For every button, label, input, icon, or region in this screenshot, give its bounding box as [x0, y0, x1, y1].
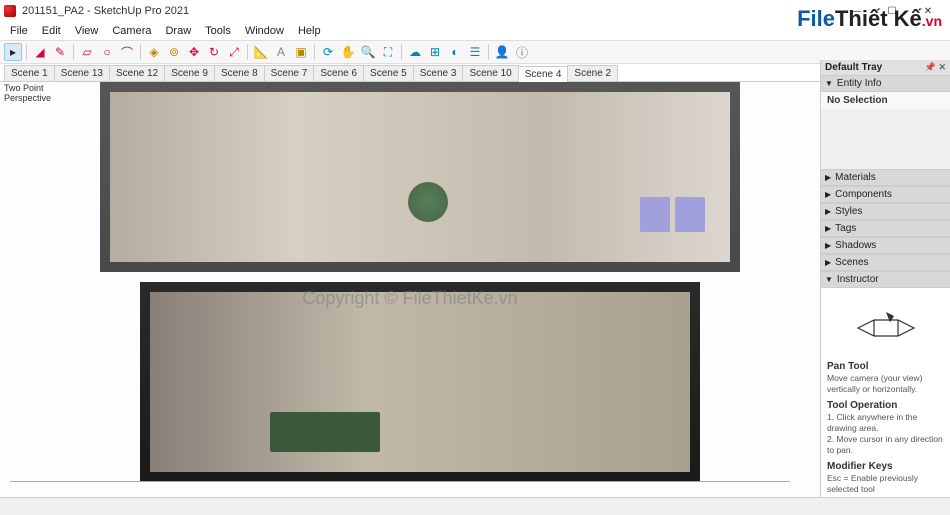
panel-instructor[interactable]: ▼Instructor [821, 271, 950, 288]
scene-tab[interactable]: Scene 13 [54, 65, 110, 81]
warehouse-tool[interactable]: ☁ [406, 43, 424, 61]
menubar: File Edit View Camera Draw Tools Window … [0, 22, 950, 40]
minimize-button[interactable]: — [838, 0, 874, 22]
scene-tab[interactable]: Scene 5 [363, 65, 414, 81]
separator [488, 44, 489, 60]
lower-interior [150, 292, 690, 472]
orbit-tool[interactable]: ⟳ [319, 43, 337, 61]
zoom-tool[interactable]: 🔍 [359, 43, 377, 61]
instructor-title: Pan Tool [827, 360, 944, 373]
text-tool[interactable]: A [272, 43, 290, 61]
pencil-tool[interactable]: ✎ [51, 43, 69, 61]
tape-tool[interactable]: 📐 [252, 43, 270, 61]
window-controls: — ☐ ✕ [838, 0, 946, 22]
separator [314, 44, 315, 60]
titlebar: 201151_PA2 - SketchUp Pro 2021 — ☐ ✕ [0, 0, 950, 22]
offset-tool[interactable]: ⊚ [165, 43, 183, 61]
entity-info-body: No Selection [821, 92, 950, 109]
panel-list: ▶Materials ▶Components ▶Styles ▶Tags ▶Sh… [821, 169, 950, 288]
default-tray: Default Tray 📌 ✕ ▼ Entity Info No Select… [820, 60, 950, 497]
tray-header[interactable]: Default Tray 📌 ✕ [821, 60, 950, 75]
window-title: 201151_PA2 - SketchUp Pro 2021 [22, 5, 838, 17]
scene-tab[interactable]: Scene 10 [462, 65, 518, 81]
scene-tab[interactable]: Scene 8 [214, 65, 265, 81]
panel-shadows[interactable]: ▶Shadows [821, 237, 950, 254]
maximize-button[interactable]: ☐ [874, 0, 910, 22]
arc-tool[interactable]: ⌒ [118, 43, 136, 61]
office-chair [640, 197, 670, 232]
menu-file[interactable]: File [4, 23, 34, 39]
instructor-op-head: Tool Operation [827, 399, 944, 412]
instructor-mod-head: Modifier Keys [827, 460, 944, 473]
scene-tab[interactable]: Scene 6 [313, 65, 364, 81]
person-tool[interactable]: 👤 [493, 43, 511, 61]
pushpull-tool[interactable]: ◈ [145, 43, 163, 61]
menu-view[interactable]: View [69, 23, 105, 39]
panel-tags[interactable]: ▶Tags [821, 220, 950, 237]
rectangle-tool[interactable]: ▱ [78, 43, 96, 61]
instructor-body: Pan Tool Move camera (your view) vertica… [821, 288, 950, 497]
plant-decor [408, 182, 448, 222]
panel-components[interactable]: ▶Components [821, 186, 950, 203]
section-tool[interactable]: ◐ [446, 43, 464, 61]
extension-tool[interactable]: ⊞ [426, 43, 444, 61]
scene-tabs: Scene 1 Scene 13 Scene 12 Scene 9 Scene … [0, 64, 950, 82]
menu-help[interactable]: Help [292, 23, 327, 39]
scene-tab[interactable]: Scene 3 [413, 65, 464, 81]
camera-mode-label: Two PointPerspective [4, 84, 51, 104]
scene-tab[interactable]: Scene 7 [264, 65, 315, 81]
separator [140, 44, 141, 60]
menu-tools[interactable]: Tools [199, 23, 237, 39]
office-chair [675, 197, 705, 232]
separator [26, 44, 27, 60]
scene-tab[interactable]: Scene 9 [164, 65, 215, 81]
model-render [60, 82, 740, 492]
info-tool[interactable]: ⓘ [513, 43, 531, 61]
circle-tool[interactable]: ○ [98, 43, 116, 61]
rotate-tool[interactable]: ↻ [205, 43, 223, 61]
pin-icon[interactable]: 📌 ✕ [925, 62, 946, 73]
upper-floor [100, 82, 740, 272]
viewport[interactable]: Two PointPerspective Copyright © FileThi… [0, 82, 820, 497]
scene-tab[interactable]: Scene 12 [109, 65, 165, 81]
collapse-icon: ▼ [825, 79, 833, 88]
layers-tool[interactable]: ☰ [466, 43, 484, 61]
menu-edit[interactable]: Edit [36, 23, 67, 39]
toolbar: ▸ ◢ ✎ ▱ ○ ⌒ ◈ ⊚ ✥ ↻ ⤢ 📐 A ▣ ⟳ ✋ 🔍 ⛶ ☁ ⊞ … [0, 40, 950, 64]
menu-window[interactable]: Window [239, 23, 290, 39]
scene-tab[interactable]: Scene 1 [4, 65, 55, 81]
menu-draw[interactable]: Draw [159, 23, 197, 39]
sofa [270, 412, 380, 452]
move-tool[interactable]: ✥ [185, 43, 203, 61]
scale-tool[interactable]: ⤢ [225, 43, 243, 61]
separator [401, 44, 402, 60]
close-button[interactable]: ✕ [910, 0, 946, 22]
panel-scenes[interactable]: ▶Scenes [821, 254, 950, 271]
eraser-tool[interactable]: ◢ [31, 43, 49, 61]
lower-floor [140, 282, 700, 482]
scene-tab-active[interactable]: Scene 4 [518, 66, 569, 82]
pan-tool[interactable]: ✋ [339, 43, 357, 61]
panel-entity-info[interactable]: ▼ Entity Info [821, 75, 950, 92]
zoom-extents-tool[interactable]: ⛶ [379, 43, 397, 61]
panel-styles[interactable]: ▶Styles [821, 203, 950, 220]
pan-tool-illustration [827, 294, 944, 354]
app-icon [4, 5, 16, 17]
horizon-line [10, 481, 790, 482]
statusbar [0, 497, 950, 515]
select-tool[interactable]: ▸ [4, 43, 22, 61]
menu-camera[interactable]: Camera [106, 23, 157, 39]
upper-interior [110, 92, 730, 262]
separator [73, 44, 74, 60]
separator [247, 44, 248, 60]
scene-tab[interactable]: Scene 2 [567, 65, 618, 81]
paint-tool[interactable]: ▣ [292, 43, 310, 61]
panel-materials[interactable]: ▶Materials [821, 169, 950, 186]
